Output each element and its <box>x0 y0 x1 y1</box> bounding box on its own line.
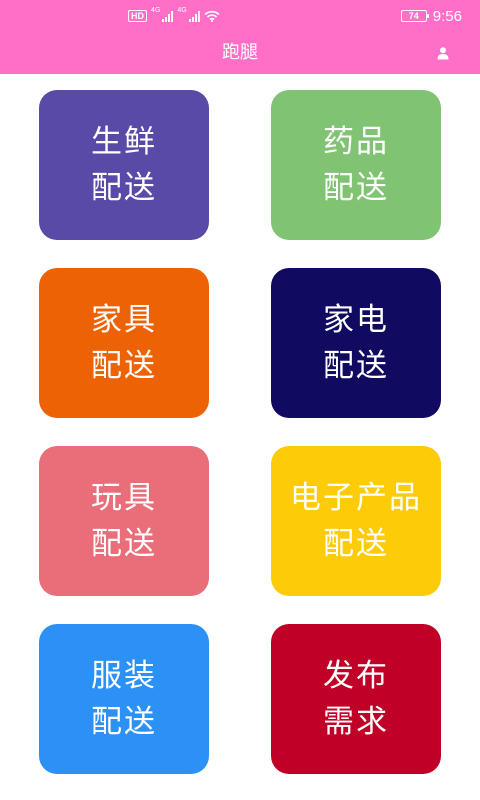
status-indicators: HD 4G 4G <box>128 7 220 25</box>
furniture-delivery-tile[interactable]: 家具 配送 <box>39 268 209 418</box>
network-type-label: 4G <box>177 7 187 14</box>
tile-sublabel: 配送 <box>91 170 157 206</box>
electronics-delivery-tile[interactable]: 电子产品 配送 <box>271 446 441 596</box>
toy-delivery-tile[interactable]: 玩具 配送 <box>39 446 209 596</box>
title-bar: 跑腿 <box>0 40 480 66</box>
tile-label: 家具 <box>91 302 157 338</box>
tile-sublabel: 配送 <box>323 348 389 384</box>
tile-label: 服装 <box>91 658 157 694</box>
battery-icon: 74 <box>400 10 429 22</box>
page-title: 跑腿 <box>222 42 258 63</box>
wifi-icon <box>204 10 220 22</box>
signal-icon <box>162 10 174 22</box>
clothing-delivery-tile[interactable]: 服装 配送 <box>39 624 209 774</box>
tile-sublabel: 配送 <box>91 526 157 562</box>
tile-sublabel: 配送 <box>323 526 389 562</box>
status-time: 9:56 <box>432 7 462 25</box>
tile-label: 家电 <box>323 302 389 338</box>
app-header: HD 4G 4G 74 9:56 跑腿 <box>0 0 480 74</box>
tile-sublabel: 配送 <box>323 170 389 206</box>
tile-sublabel: 配送 <box>91 704 157 740</box>
fresh-delivery-tile[interactable]: 生鲜 配送 <box>39 90 209 240</box>
tile-sublabel: 配送 <box>91 348 157 384</box>
tile-sublabel: 需求 <box>323 704 389 740</box>
network-type-label: 4G <box>151 7 161 14</box>
tile-label: 生鲜 <box>91 124 157 160</box>
status-bar: HD 4G 4G 74 9:56 <box>0 0 480 32</box>
signal-icon <box>188 10 200 22</box>
hd-badge: HD <box>128 10 147 22</box>
appliance-delivery-tile[interactable]: 家电 配送 <box>271 268 441 418</box>
post-request-tile[interactable]: 发布 需求 <box>271 624 441 774</box>
status-right: 74 9:56 <box>400 7 462 25</box>
person-icon[interactable] <box>436 46 450 60</box>
tile-label: 发布 <box>323 658 389 694</box>
tile-label: 玩具 <box>91 480 157 516</box>
tile-label: 电子产品 <box>290 480 422 516</box>
medicine-delivery-tile[interactable]: 药品 配送 <box>271 90 441 240</box>
tile-label: 药品 <box>323 124 389 160</box>
